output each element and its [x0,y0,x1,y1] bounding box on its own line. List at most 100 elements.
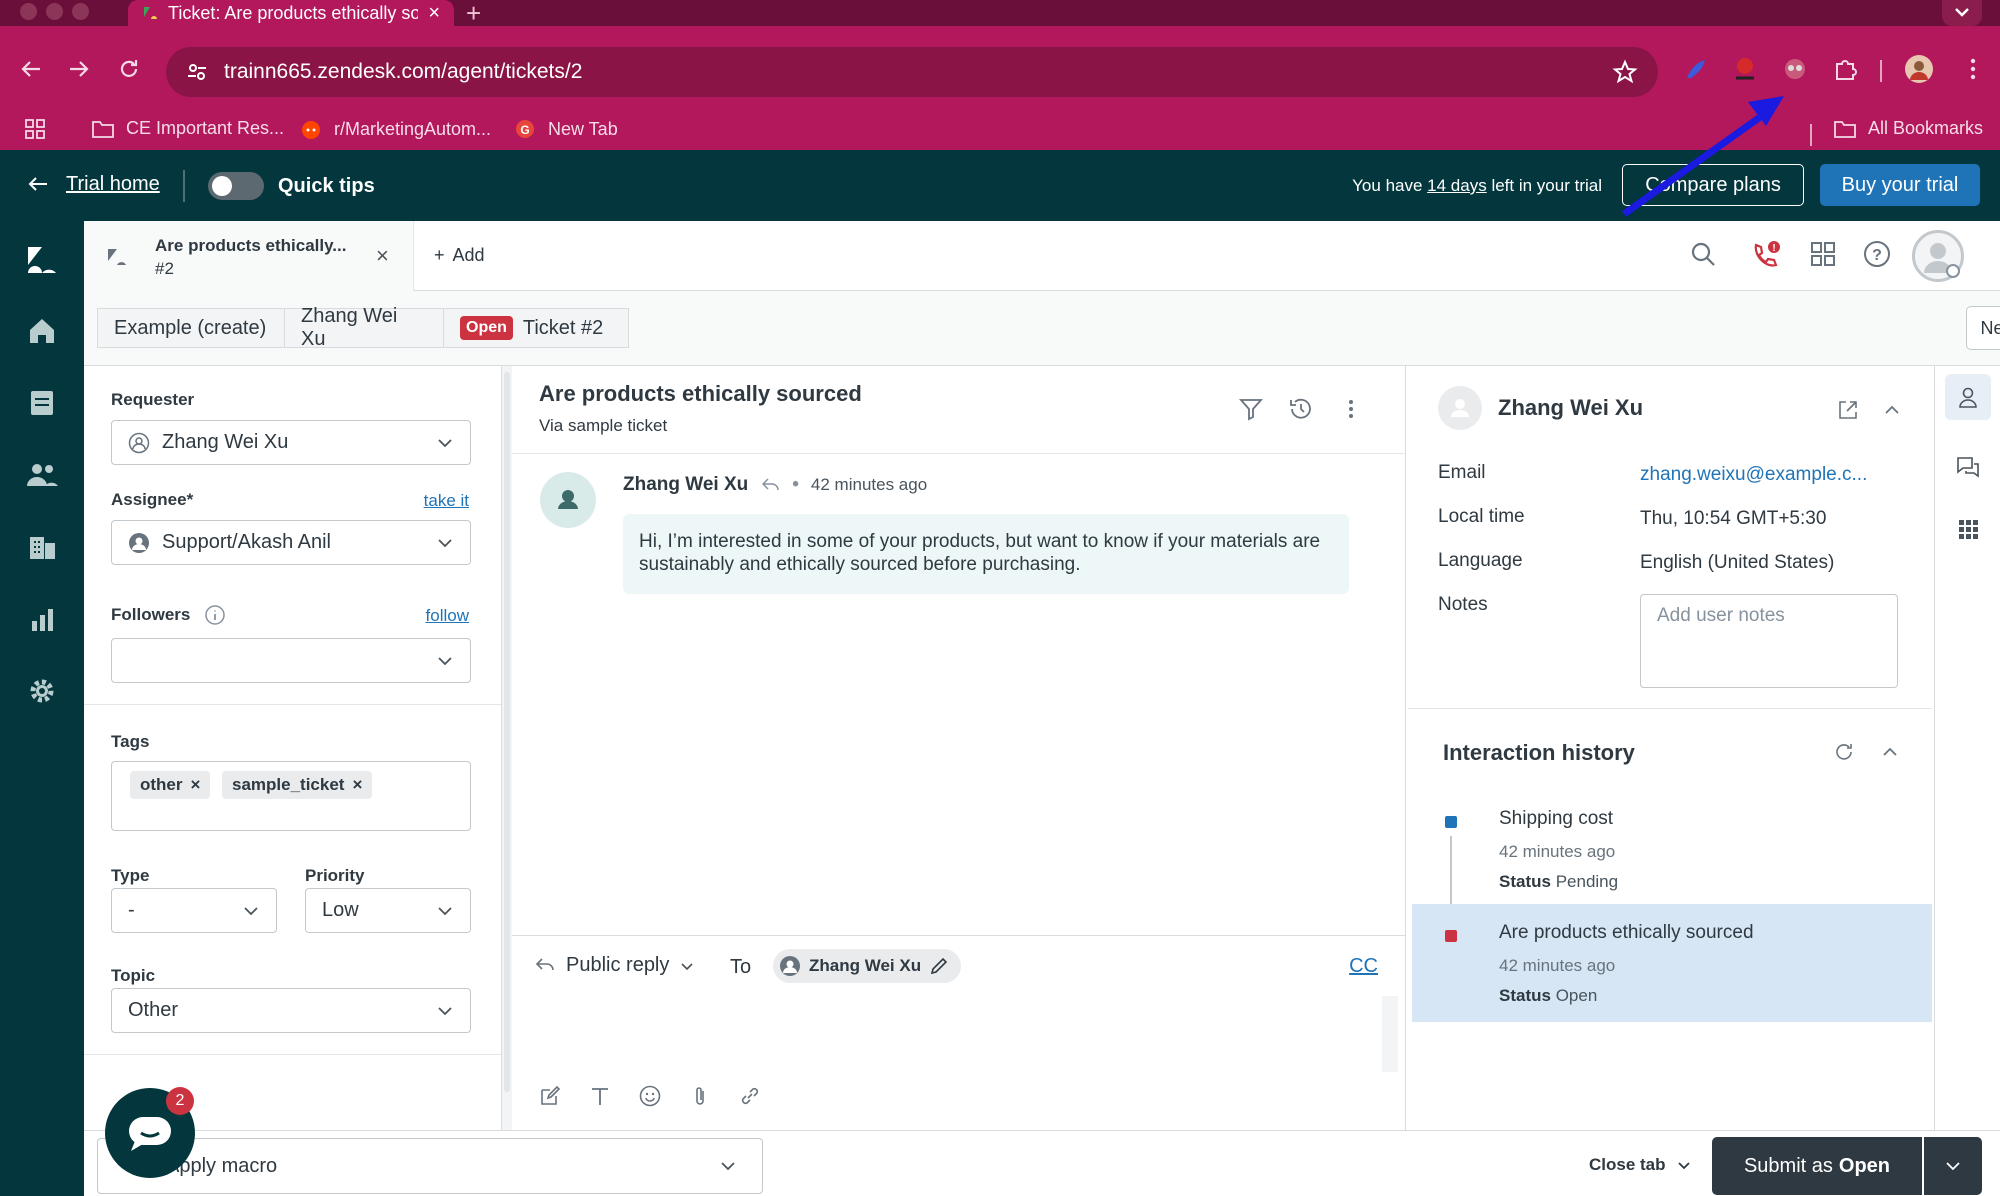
close-tab-dropdown[interactable]: Close tab [1589,1155,1692,1175]
reporting-icon[interactable] [22,599,62,639]
reply-textarea[interactable] [534,998,1384,1068]
info-icon[interactable] [204,604,226,626]
composer-scrollbar[interactable] [1382,996,1398,1072]
address-bar[interactable]: trainn665.zendesk.com/agent/tickets/2 [166,47,1658,97]
text-format-icon[interactable] [588,1084,612,1108]
profile-avatar-icon[interactable] [1904,54,1934,84]
window-close-button[interactable] [20,3,37,20]
home-icon[interactable] [22,311,62,351]
apps-grid-icon[interactable] [1945,506,1991,552]
bookmark-star-icon[interactable] [1612,59,1638,85]
forward-icon[interactable] [66,56,92,82]
views-icon[interactable] [22,383,62,423]
window-zoom-button[interactable] [72,3,89,20]
tag-remove-icon[interactable]: × [352,775,362,795]
back-icon[interactable] [18,56,44,82]
submit-options-button[interactable] [1924,1137,1982,1195]
ticket-tab[interactable]: Are products ethically... #2 × [84,221,414,291]
apply-macro-select[interactable]: Apply macro [97,1138,763,1194]
collapse-icon[interactable] [1880,742,1900,762]
new-tab-button[interactable]: + [466,0,481,29]
panel-scrollbar[interactable] [502,366,512,1130]
type-select[interactable]: - [111,888,277,933]
compose-icon[interactable] [538,1084,562,1108]
zendesk-logo-icon[interactable] [22,241,62,281]
recipient-chip[interactable]: Zhang Wei Xu [773,949,962,983]
site-info-icon[interactable] [186,61,208,83]
organizations-icon[interactable] [22,527,62,567]
breadcrumb-org[interactable]: Example (create) [97,308,285,348]
more-options-icon[interactable] [1338,396,1364,422]
ticket-tab-subject: Are products ethically... [155,236,347,255]
interaction-item[interactable]: Shipping cost 42 minutes ago Status Pend… [1412,790,1932,908]
assignee-select[interactable]: Support/Akash Anil [111,520,471,565]
apps-grid-icon[interactable] [1808,239,1838,269]
filter-icon[interactable] [1238,396,1264,422]
cc-link[interactable]: CC [1349,955,1378,978]
bookmark-item[interactable]: G New Tab [514,118,618,140]
extension-blue-icon[interactable] [1683,56,1709,82]
bookmark-item[interactable]: r/MarketingAutom... [300,118,491,140]
buy-trial-button[interactable]: Buy your trial [1820,164,1980,206]
topic-select[interactable]: Other [111,988,471,1033]
extension-seo-icon[interactable] [1732,56,1758,82]
reload-icon[interactable] [116,56,142,82]
tag-chip[interactable]: sample_ticket × [222,771,373,799]
settings-gear-icon[interactable] [22,671,62,711]
trial-home-link[interactable]: Trial home [26,172,160,196]
tag-remove-icon[interactable]: × [191,775,201,795]
extension-owl-icon[interactable] [1782,56,1808,82]
tags-input[interactable]: other × sample_ticket × [111,761,471,831]
history-icon[interactable] [1288,396,1314,422]
emoji-icon[interactable] [638,1084,662,1108]
trial-days-link[interactable]: 14 days [1427,176,1487,195]
link-icon[interactable] [738,1084,762,1108]
reply-type-dropdown[interactable]: Public reply [534,954,695,977]
tab-search-button[interactable] [1942,0,1982,26]
add-tab-button[interactable]: + Add [434,245,485,266]
help-icon[interactable]: ? [1862,239,1892,269]
agent-avatar[interactable] [1912,230,1964,282]
browser-tab[interactable]: Ticket: Are products ethically sourced × [128,0,454,26]
requester-select[interactable]: Zhang Wei Xu [111,420,471,465]
next-button[interactable]: Next [1966,306,2000,350]
close-tab-icon[interactable]: × [376,243,389,269]
browser-tab-strip: Ticket: Are products ethically sourced ×… [0,0,2000,29]
ticket-subject[interactable]: Are products ethically sourced [539,381,862,407]
bookmark-item[interactable]: CE Important Res... [92,118,284,139]
talk-phone-icon[interactable]: ! [1748,239,1782,273]
all-bookmarks[interactable]: All Bookmarks [1834,118,1983,139]
window-minimize-button[interactable] [46,3,63,20]
user-notes-input[interactable]: Add user notes [1640,594,1898,688]
tab-close-icon[interactable]: × [428,2,440,25]
search-icon[interactable] [1688,239,1718,269]
interaction-item[interactable]: Are products ethically sourced 42 minute… [1412,904,1932,1022]
edit-pencil-icon[interactable] [929,956,949,976]
compare-plans-button[interactable]: Compare plans [1622,164,1804,206]
take-it-link[interactable]: take it [424,491,469,511]
customer-context-icon[interactable] [1945,374,1991,420]
apps-grid-icon[interactable] [24,118,46,140]
email-value[interactable]: zhang.weixu@example.c... [1640,464,1867,486]
priority-select[interactable]: Low [305,888,471,933]
browser-menu-icon[interactable] [1960,56,1986,82]
chevron-down-icon [1946,1162,1960,1171]
open-profile-icon[interactable] [1836,398,1860,422]
quick-tips-toggle[interactable]: Quick tips [208,172,375,200]
customer-name[interactable]: Zhang Wei Xu [1498,395,1643,421]
customers-icon[interactable] [22,455,62,495]
message-author[interactable]: Zhang Wei Xu [623,474,748,496]
toggle-switch[interactable] [208,172,264,200]
collapse-icon[interactable] [1882,400,1902,420]
submit-button[interactable]: Submit as Open [1712,1137,1922,1195]
tag-chip[interactable]: other × [130,771,211,799]
type-value: - [128,899,135,921]
knowledge-chat-icon[interactable] [1945,444,1991,490]
followers-select[interactable] [111,638,471,683]
attachment-icon[interactable] [688,1084,712,1108]
follow-link[interactable]: follow [426,606,469,626]
breadcrumb-ticket[interactable]: Open Ticket #2 [443,308,629,348]
refresh-icon[interactable] [1832,740,1856,764]
extensions-puzzle-icon[interactable] [1832,56,1858,82]
breadcrumb-requester[interactable]: Zhang Wei Xu [284,305,444,350]
